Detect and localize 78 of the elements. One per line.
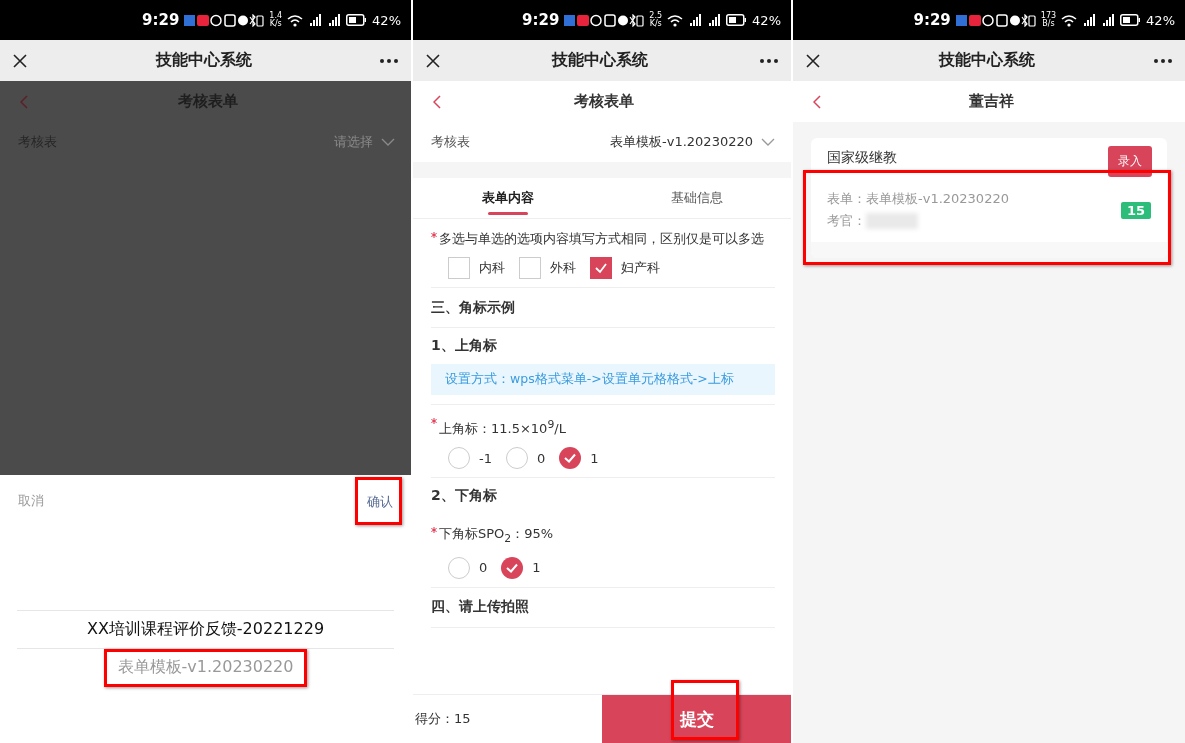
signal-icon [308,14,323,26]
info-note: 设置方式：wps格式菜单->设置单元格格式->上标 [431,364,775,395]
battery-icon [1120,14,1142,26]
tab[interactable]: 表单内容 [413,178,602,218]
page-title: 考核表单 [574,92,634,111]
clock-time: 9:29 [142,11,180,29]
subsection-heading: 2、下角标 [431,487,497,506]
more-icon [379,57,399,64]
option-label[interactable]: 内科 [479,259,505,277]
wifi-icon [667,13,684,27]
section-heading: 四、请上传拍照 [431,598,529,617]
close-icon [425,52,441,69]
more-icon [1153,57,1173,64]
checkbox[interactable] [448,257,470,279]
option-label[interactable]: 0 [479,560,488,576]
option-label[interactable]: 1 [532,560,541,576]
field-value: 表单模板-v1.20230220 [610,133,753,151]
battery-icon [346,14,368,26]
option-label[interactable]: -1 [479,450,492,466]
radio-selected[interactable] [559,447,582,470]
network-speed: 2.5 [649,12,663,20]
battery-level: 42% [1146,12,1175,28]
signal-icon [1101,14,1116,26]
entry-button[interactable]: 录入 [1108,145,1152,177]
app-title: 技能中心系统 [155,50,252,71]
signal-icon [327,14,342,26]
page-title: 董吉祥 [968,92,1014,111]
signal-icon [688,14,703,26]
back-icon [20,94,29,109]
radio-button[interactable] [505,447,528,470]
more-icon [759,57,779,64]
battery-icon [726,14,748,26]
question-text: 多选与单选的选项内容填写方式相同，区别仅是可以多选 [439,230,764,248]
clock-time: 9:29 [522,11,560,29]
examiner-label: 考官： [827,212,866,230]
score-text: 得分：15 [414,710,471,728]
radio-button[interactable] [448,447,470,470]
field-label: 考核表 [431,133,470,151]
wifi-icon [287,13,304,27]
option-label[interactable]: 外科 [550,259,576,277]
speed-unit: B/s [1042,20,1055,28]
score-badge: 15 [1120,201,1151,219]
battery-level: 42% [372,12,401,28]
close-icon [805,52,821,69]
chevron-down-icon [761,138,775,146]
close-icon [12,52,28,69]
confirm-button[interactable]: 确认 [367,494,393,509]
field-placeholder: 请选择 [334,133,373,151]
clock-time: 9:29 [913,11,951,29]
question-text: 下角标SPO$_{2}$：95% [439,525,554,547]
speed-unit: K/s [649,20,662,28]
network-speed: 173 [1040,12,1057,20]
tab[interactable]: 基础信息 [602,178,791,218]
submit-button[interactable]: 提交 [602,695,791,743]
subsection-heading: 1、上角标 [431,337,497,355]
wifi-icon [1061,13,1078,27]
card-title: 国家级继教 [827,149,897,167]
app-title: 技能中心系统 [939,50,1035,71]
back-icon [813,94,822,109]
signal-icon [1082,14,1097,26]
checkbox[interactable] [519,257,541,279]
option-label[interactable]: 妇产科 [621,259,660,277]
option-label[interactable]: 1 [590,450,599,466]
chevron-down-icon [381,138,395,146]
question-text: 上角标：11.5×10$^{9}$/L [439,417,566,439]
option-label[interactable]: 0 [536,450,546,466]
battery-level: 42% [752,12,781,28]
section-heading: 三、角标示例 [431,298,515,317]
speed-unit: K/s [269,20,282,28]
signal-icon [707,14,722,26]
checkbox-checked[interactable] [590,257,612,279]
network-speed: 1.4 [269,12,283,20]
form-name: 表单：表单模板-v1.20230220 [827,190,1009,208]
radio-button[interactable] [448,556,470,579]
back-icon [433,94,442,109]
picker-option[interactable]: XX培训课程评价反馈-20221229 [86,619,325,638]
radio-selected[interactable] [501,556,524,579]
app-title: 技能中心系统 [552,50,648,71]
